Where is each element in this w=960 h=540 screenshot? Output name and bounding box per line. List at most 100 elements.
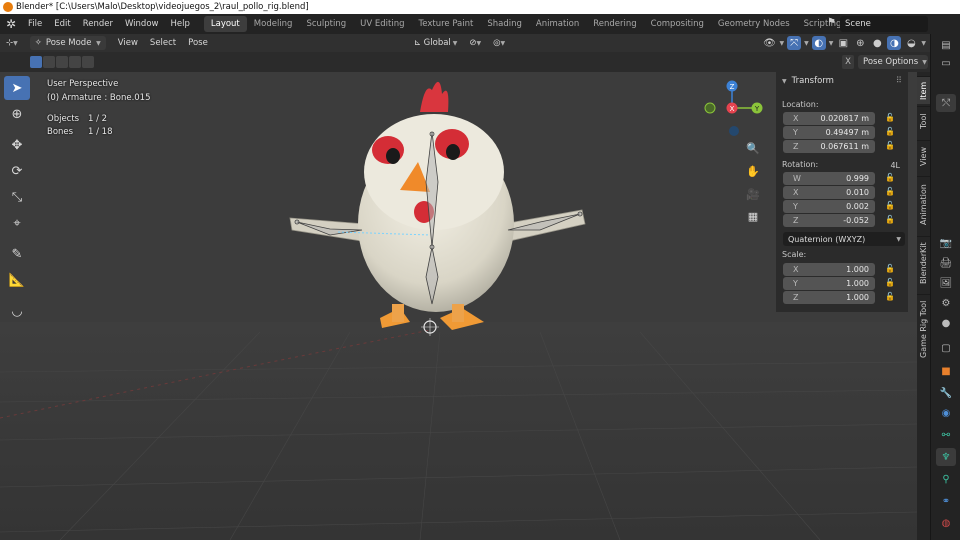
object-properties-icon[interactable]: ■	[936, 362, 956, 380]
wireframe-shading-icon[interactable]: ⊕	[853, 36, 867, 50]
scale-x-field[interactable]: X 1.000	[783, 263, 875, 276]
zoom-view-icon[interactable]: 🔍	[744, 139, 762, 157]
location-y-field[interactable]: Y 0.49497 m	[783, 126, 875, 139]
menu-file[interactable]: File	[22, 14, 48, 34]
scene-icon[interactable]: ⚑	[827, 17, 836, 28]
tab-texture-paint[interactable]: Texture Paint	[412, 16, 481, 32]
select-invert-icon[interactable]	[69, 56, 81, 68]
menu-window[interactable]: Window	[119, 14, 165, 34]
select-subtract-icon[interactable]	[56, 56, 68, 68]
tab-uv-editing[interactable]: UV Editing	[353, 16, 411, 32]
select-intersect-icon[interactable]	[82, 56, 94, 68]
select-new-icon[interactable]	[30, 56, 42, 68]
gizmo-toggle-icon[interactable]: ⤧	[787, 36, 802, 50]
menu-select[interactable]: Select	[144, 34, 182, 52]
menu-help[interactable]: Help	[164, 14, 195, 34]
editor-type-button[interactable]: ⊹ ▼	[0, 34, 24, 52]
ortho-grid-icon[interactable]: ▦	[744, 207, 762, 225]
tab-compositing[interactable]: Compositing	[644, 16, 711, 32]
bone-properties-icon[interactable]: ⚲	[936, 470, 956, 488]
lock-icon[interactable]: 🔓	[885, 264, 897, 276]
transform-orientation-selector[interactable]: ⊾ Global ▼	[408, 34, 463, 52]
visibility-eye-icon[interactable]: 👁	[763, 36, 777, 50]
mode-selector[interactable]: ✧ Pose Mode ▼	[24, 34, 112, 52]
tab-modeling[interactable]: Modeling	[247, 16, 300, 32]
pose-options-dropdown[interactable]: Pose Options ▼	[858, 55, 928, 69]
tab-shading[interactable]: Shading	[480, 16, 529, 32]
rotation-mode-dropdown[interactable]: Quaternion (WXYZ) ▼	[783, 232, 905, 246]
lock-icon[interactable]: 🔓	[885, 173, 897, 185]
menu-render[interactable]: Render	[77, 14, 119, 34]
tab-animation[interactable]: Animation	[529, 16, 586, 32]
tab-geometry-nodes[interactable]: Geometry Nodes	[711, 16, 797, 32]
sidetab-item[interactable]: Item	[917, 76, 930, 104]
solid-shading-icon[interactable]: ●	[870, 36, 884, 50]
select-box-tool-icon[interactable]: ➤	[4, 76, 30, 100]
material-shading-icon[interactable]: ◑	[887, 36, 902, 50]
lock-icon[interactable]: 🔓	[885, 292, 897, 304]
lock-icon[interactable]: 🔓	[885, 113, 897, 125]
view-layer-properties-icon[interactable]: 🖼	[936, 274, 956, 292]
sidetab-blenderkit[interactable]: BlenderKit	[917, 236, 930, 290]
tab-sculpting[interactable]: Sculpting	[299, 16, 353, 32]
tab-rendering[interactable]: Rendering	[586, 16, 643, 32]
armature-data-properties-icon[interactable]: ♆	[936, 448, 956, 466]
location-z-field[interactable]: Z 0.067611 m	[783, 140, 875, 153]
physics-properties-icon[interactable]: ◉	[936, 404, 956, 422]
relax-pose-tool-icon[interactable]: ◡	[4, 299, 30, 323]
material-properties-icon[interactable]: ◍	[936, 514, 956, 532]
rotation-x-field[interactable]: X 0.010	[783, 186, 875, 199]
rotation-w-field[interactable]: W 0.999	[783, 172, 875, 185]
scene-properties-icon[interactable]: ⚙	[936, 294, 956, 312]
transform-tool-icon[interactable]: ⌖	[4, 211, 30, 235]
sidetab-game-rig-tool[interactable]: Game Rig Tool	[917, 294, 930, 364]
lock-icon[interactable]: 🔓	[885, 201, 897, 213]
measure-tool-icon[interactable]: 📐	[4, 268, 30, 292]
lock-icon[interactable]: 🔓	[885, 278, 897, 290]
scale-z-field[interactable]: Z 1.000	[783, 291, 875, 304]
rotation-y-field[interactable]: Y 0.002	[783, 200, 875, 213]
lock-icon[interactable]: 🔓	[885, 141, 897, 153]
pin-icon[interactable]: ▭	[936, 54, 956, 72]
rotation-4l-toggle[interactable]: 4L	[890, 161, 900, 170]
render-properties-icon[interactable]: 📷	[936, 234, 956, 252]
rotate-tool-icon[interactable]: ⟳	[4, 159, 30, 183]
x-mirror-toggle[interactable]: X	[842, 55, 854, 69]
rotation-z-field[interactable]: Z -0.052	[783, 214, 875, 227]
sidetab-animation[interactable]: Animation	[917, 176, 930, 232]
output-properties-icon[interactable]: 🖨	[936, 254, 956, 272]
navigation-gizmo[interactable]: Z Y X	[700, 74, 770, 144]
scale-tool-icon[interactable]: ⤡	[4, 185, 30, 209]
sidetab-tool[interactable]: Tool	[917, 106, 930, 136]
select-extend-icon[interactable]	[43, 56, 55, 68]
cursor-tool-icon[interactable]: ⊕	[4, 102, 30, 126]
lock-icon[interactable]: 🔓	[885, 127, 897, 139]
sidetab-view[interactable]: View	[917, 140, 930, 172]
menu-pose[interactable]: Pose	[182, 34, 214, 52]
modifier-properties-icon[interactable]: 🔧	[936, 384, 956, 402]
location-x-field[interactable]: X 0.020817 m	[783, 112, 875, 125]
annotate-tool-icon[interactable]: ✎	[4, 242, 30, 266]
rendered-shading-icon[interactable]: ◒	[904, 36, 918, 50]
menu-edit[interactable]: Edit	[48, 14, 76, 34]
tool-properties-icon[interactable]: ⤲	[936, 94, 956, 112]
bone-constraint-properties-icon[interactable]: ⚭	[936, 492, 956, 510]
world-properties-icon[interactable]: ●	[936, 314, 956, 332]
blender-menu-icon[interactable]: ✲	[0, 14, 22, 34]
proportional-edit-button[interactable]: ◎ ▼	[487, 34, 511, 52]
collection-properties-icon[interactable]: ▢	[936, 339, 956, 357]
object-constraint-properties-icon[interactable]: ⚯	[936, 426, 956, 444]
pan-view-icon[interactable]: ✋	[744, 162, 762, 180]
scale-y-field[interactable]: Y 1.000	[783, 277, 875, 290]
overlay-toggle-icon[interactable]: ◐	[811, 36, 826, 50]
pivot-point-button[interactable]: ⊘ ▼	[463, 34, 487, 52]
tab-layout[interactable]: Layout	[203, 16, 247, 32]
editor-type-icon[interactable]: ▤	[936, 36, 956, 54]
lock-icon[interactable]: 🔓	[885, 215, 897, 227]
xray-toggle-icon[interactable]: ▣	[836, 36, 850, 50]
menu-view[interactable]: View	[112, 34, 144, 52]
camera-view-icon[interactable]: 🎥	[744, 185, 762, 203]
scene-selector[interactable]: Scene	[840, 16, 928, 32]
drag-handle-icon[interactable]: ⠿	[896, 76, 902, 86]
transform-panel-header[interactable]: ▼ Transform ⠿	[776, 72, 908, 90]
